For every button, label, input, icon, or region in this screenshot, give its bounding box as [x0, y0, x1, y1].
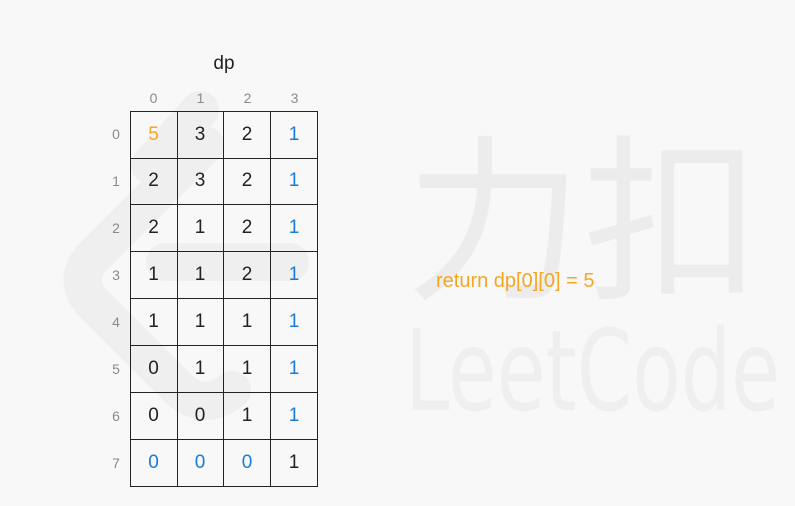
table-cell: 2: [130, 158, 178, 205]
table-cell: 0: [224, 440, 271, 487]
table-cell: 3: [177, 111, 224, 159]
row-header-2: 2: [112, 220, 120, 236]
table-cell: 1: [271, 393, 318, 440]
table-cell: 2: [224, 111, 271, 159]
table-cell: 2: [224, 252, 271, 299]
table-cell: 1: [177, 205, 224, 252]
table-cell: 1: [271, 111, 318, 159]
table-cell: 1: [130, 252, 178, 299]
table-cell: 1: [271, 252, 318, 299]
row-header-4: 4: [112, 314, 120, 330]
table-title: dp: [213, 53, 235, 74]
table-cell: 1: [271, 299, 318, 346]
table-cell: 0: [130, 393, 178, 440]
table-cell: 1: [177, 299, 224, 346]
row-header-5: 5: [112, 361, 120, 377]
column-header-0: 0: [149, 90, 158, 106]
row-header-1: 1: [112, 173, 120, 189]
table-cell: 0: [177, 440, 224, 487]
row-header-3: 3: [112, 267, 120, 283]
table-cell: 2: [224, 205, 271, 252]
column-header-3: 3: [290, 90, 299, 106]
row-header-7: 7: [112, 455, 120, 471]
column-header-2: 2: [243, 90, 252, 106]
watermark-brand-cn: 力扣: [405, 120, 761, 327]
row-header-0: 0: [112, 126, 120, 142]
table-cell: 5: [130, 111, 178, 159]
column-header-1: 1: [196, 90, 205, 106]
table-cell: 1: [271, 158, 318, 205]
table-cell: 1: [224, 393, 271, 440]
table-cell: 2: [224, 158, 271, 205]
table-cell: 1: [271, 346, 318, 393]
result-text: return dp[0][0] = 5: [436, 270, 595, 292]
table-cell: 1: [224, 346, 271, 393]
table-cell: 1: [224, 299, 271, 346]
leetcode-watermark: 力扣 LeetCode: [63, 91, 780, 437]
table-cell: 0: [130, 346, 178, 393]
table-cell: 1: [177, 252, 224, 299]
table-cell: 0: [177, 393, 224, 440]
table-cell: 1: [177, 346, 224, 393]
table-cell: 0: [130, 440, 178, 487]
dp-table: 53212321212111211111011100110001: [130, 111, 318, 487]
watermark-brand-en: LeetCode: [405, 307, 780, 437]
table-cell: 3: [177, 158, 224, 205]
table-cell: 1: [271, 440, 318, 487]
row-header-6: 6: [112, 408, 120, 424]
table-cell: 1: [130, 299, 178, 346]
table-cell: 2: [130, 205, 178, 252]
table-cell: 1: [271, 205, 318, 252]
